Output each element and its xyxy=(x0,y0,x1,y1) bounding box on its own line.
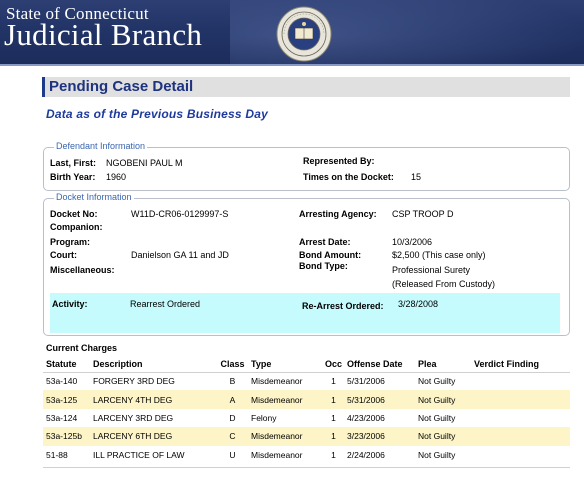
class-cell: C xyxy=(214,427,248,446)
bond-type-value: Professional Surety xyxy=(392,265,471,275)
offense-date-cell: 5/31/2006 xyxy=(344,390,415,409)
occ-cell: 1 xyxy=(331,412,336,423)
plea-cell: Not Guilty xyxy=(418,376,456,387)
plea-cell: Not Guilty xyxy=(418,449,456,460)
birth-year-value: 1960 xyxy=(106,172,127,182)
activity-panel: Activity: Rearrest Ordered Re-Arrest Ord… xyxy=(50,293,560,333)
statute-cell: 53a-124 xyxy=(46,412,78,423)
description-cell: LARCENY 6TH DEG xyxy=(90,427,214,446)
class-cell: U xyxy=(229,449,236,460)
occ-cell: 1 xyxy=(320,427,344,446)
plea-cell: Not Guilty xyxy=(415,427,471,446)
charges-header-row: Statute Description Class Type Occ Offen… xyxy=(43,356,570,373)
verdict-cell xyxy=(471,390,570,409)
statute-cell: 53a-125 xyxy=(43,390,90,409)
class-cell: D xyxy=(229,412,236,423)
type-cell: Misdemeanor xyxy=(251,376,303,387)
program-label: Program: xyxy=(50,237,91,247)
verdict-cell xyxy=(471,427,570,446)
offense-date-cell: 3/23/2006 xyxy=(344,427,415,446)
data-as-of-notice: Data as of the Previous Business Day xyxy=(46,107,268,121)
name-label: Last, First: xyxy=(50,158,97,168)
bond-release-status: (Released From Custody) xyxy=(392,279,496,289)
column-header-offense-date: Offense Date xyxy=(344,356,415,373)
verdict-cell xyxy=(471,372,570,390)
column-header-type: Type xyxy=(248,356,320,373)
type-cell: Misdemeanor xyxy=(248,390,320,409)
current-charges-title: Current Charges xyxy=(46,343,118,353)
site-header: State of Connecticut Judicial Branch xyxy=(0,0,584,66)
offense-date-cell: 4/23/2006 xyxy=(347,412,385,423)
bond-amount-value: $2,500 (This case only) xyxy=(392,250,486,260)
table-row: 51-88 ILL PRACTICE OF LAW U Misdemeanor … xyxy=(43,446,570,464)
table-row: 53a-125 LARCENY 4TH DEG A Misdemeanor 1 … xyxy=(43,390,570,409)
docket-info-legend: Docket Information xyxy=(54,192,134,202)
verdict-cell xyxy=(471,446,570,464)
occ-cell: 1 xyxy=(331,376,336,387)
companion-label: Companion: xyxy=(50,222,103,232)
miscellaneous-label: Miscellaneous: xyxy=(50,265,115,275)
docket-no-value: W11D-CR06-0129997-S xyxy=(131,209,229,219)
column-header-occ: Occ xyxy=(320,356,344,373)
times-on-docket-value: 15 xyxy=(411,172,422,182)
type-cell: Misdemeanor xyxy=(251,449,303,460)
offense-date-cell: 5/31/2006 xyxy=(347,376,385,387)
type-cell: Felony xyxy=(251,412,277,423)
bond-amount-label: Bond Amount: xyxy=(299,250,362,260)
column-header-verdict-finding: Verdict Finding xyxy=(471,356,570,373)
verdict-cell xyxy=(471,409,570,427)
represented-by-label: Represented By: xyxy=(303,156,375,166)
docket-info-panel: Docket Information Docket No: W11D-CR06-… xyxy=(43,192,570,336)
column-header-description: Description xyxy=(90,356,214,373)
statute-cell: 53a-125b xyxy=(43,427,90,446)
charges-table-bottom-border xyxy=(43,467,570,468)
bond-type-label: Bond Type: xyxy=(299,261,348,271)
defendant-info-panel: Defendant Information Last, First: NGOBE… xyxy=(43,141,570,191)
page-title: Pending Case Detail xyxy=(49,78,194,95)
times-on-docket-label: Times on the Docket: xyxy=(303,172,394,182)
charges-table: Statute Description Class Type Occ Offen… xyxy=(43,356,570,464)
class-cell: B xyxy=(229,376,236,387)
rearrest-ordered-label: Re-Arrest Ordered: xyxy=(302,301,384,311)
statute-cell: 53a-140 xyxy=(46,376,78,387)
table-row: 53a-124 LARCENY 3RD DEG D Felony 1 4/23/… xyxy=(43,409,570,427)
page-title-bar: Pending Case Detail xyxy=(42,77,570,97)
description-cell: FORGERY 3RD DEG xyxy=(93,376,175,387)
docket-no-label: Docket No: xyxy=(50,209,98,219)
class-cell: A xyxy=(214,390,248,409)
offense-date-cell: 2/24/2006 xyxy=(347,449,385,460)
arresting-agency-value: CSP TROOP D xyxy=(392,209,454,219)
plea-cell: Not Guilty xyxy=(418,412,456,423)
table-row: 53a-125b LARCENY 6TH DEG C Misdemeanor 1… xyxy=(43,427,570,446)
column-header-statute: Statute xyxy=(43,356,90,373)
arrest-date-label: Arrest Date: xyxy=(299,237,351,247)
defendant-info-legend: Defendant Information xyxy=(54,141,148,151)
type-cell: Misdemeanor xyxy=(248,427,320,446)
statute-cell: 51-88 xyxy=(46,449,68,460)
name-value: NGOBENI PAUL M xyxy=(106,158,183,168)
description-cell: LARCENY 3RD DEG xyxy=(93,412,174,423)
column-header-plea: Plea xyxy=(415,356,471,373)
table-row: 53a-140 FORGERY 3RD DEG B Misdemeanor 1 … xyxy=(43,372,570,390)
court-label: Court: xyxy=(50,250,77,260)
description-cell: ILL PRACTICE OF LAW xyxy=(93,449,185,460)
occ-cell: 1 xyxy=(331,449,336,460)
occ-cell: 1 xyxy=(320,390,344,409)
branch-name: Judicial Branch xyxy=(4,17,203,52)
arrest-date-value: 10/3/2006 xyxy=(392,237,433,247)
activity-label: Activity: xyxy=(52,299,88,309)
plea-cell: Not Guilty xyxy=(415,390,471,409)
court-value: Danielson GA 11 and JD xyxy=(131,250,229,260)
ct-judicial-seal-icon xyxy=(276,6,332,62)
description-cell: LARCENY 4TH DEG xyxy=(90,390,214,409)
arresting-agency-label: Arresting Agency: xyxy=(299,209,377,219)
rearrest-ordered-value: 3/28/2008 xyxy=(398,299,439,309)
activity-value: Rearrest Ordered xyxy=(130,299,201,309)
birth-year-label: Birth Year: xyxy=(50,172,96,182)
column-header-class: Class xyxy=(214,356,248,373)
